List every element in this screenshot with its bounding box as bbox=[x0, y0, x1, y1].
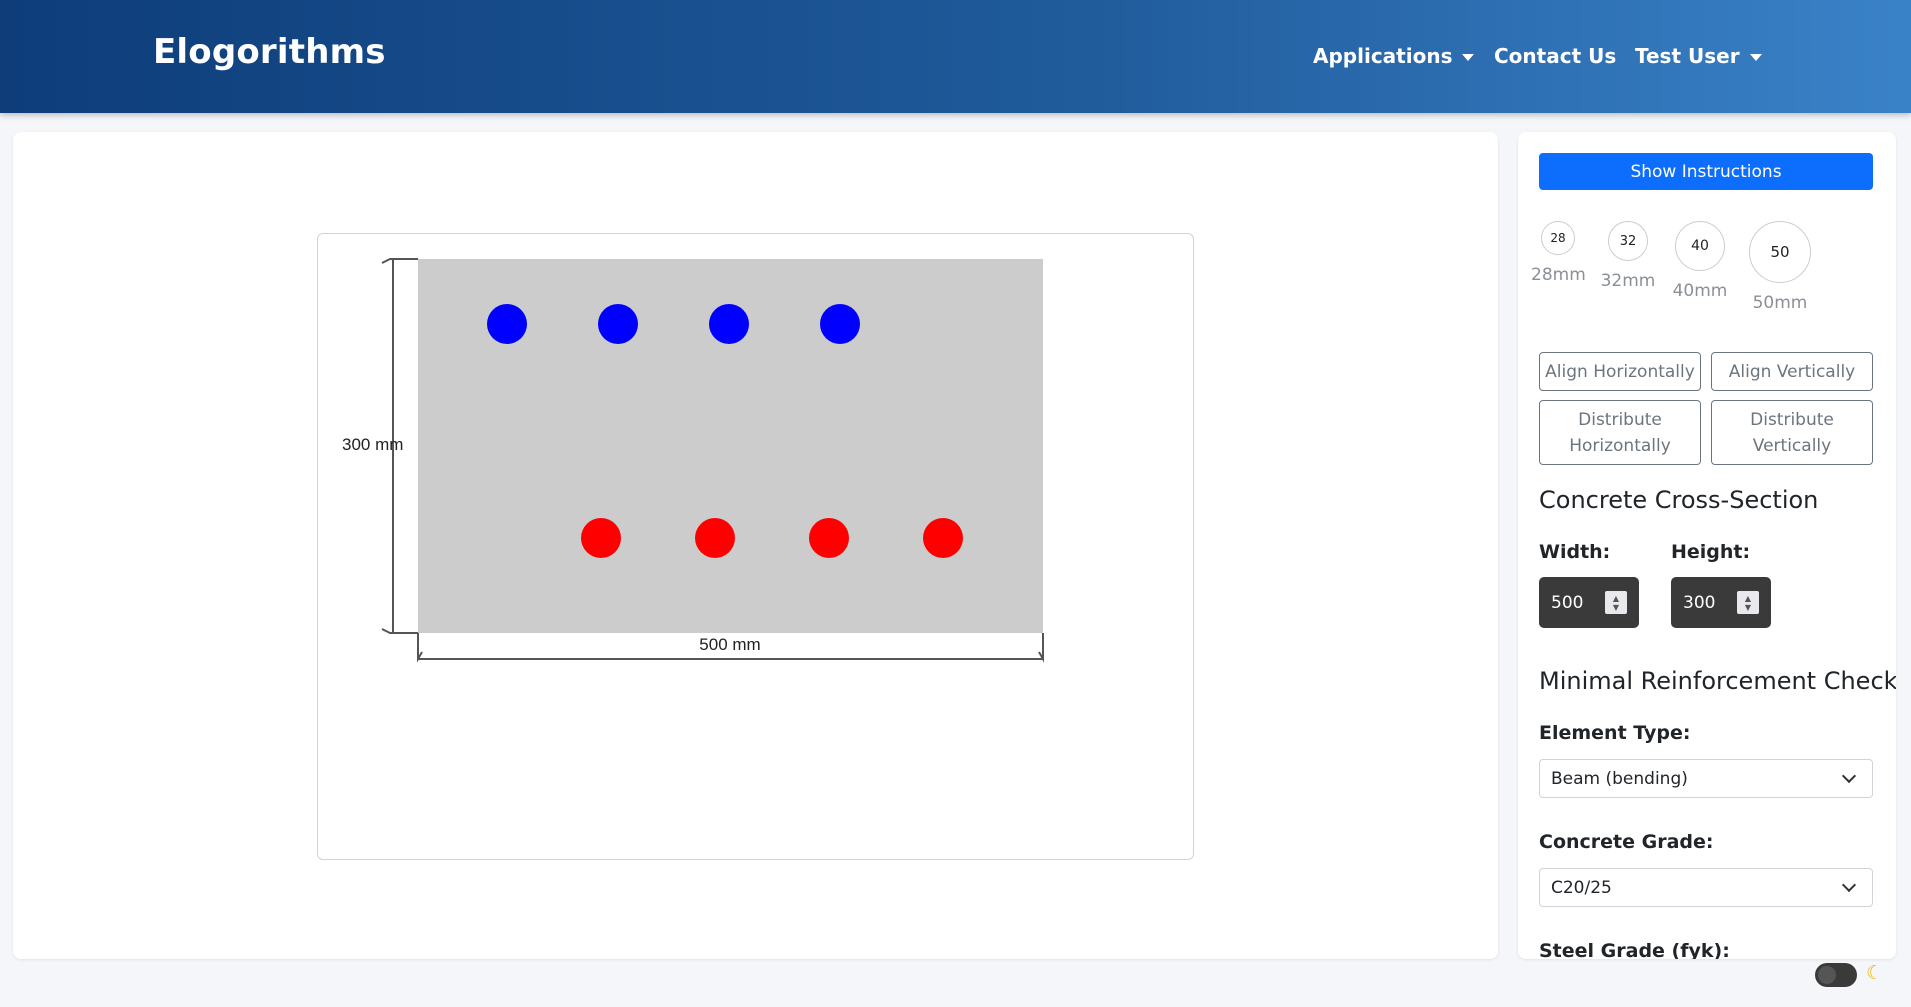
min-reinforcement-title: Minimal Reinforcement Check bbox=[1539, 667, 1896, 695]
height-input-value: 300 bbox=[1683, 592, 1716, 613]
nav-user-label: Test User bbox=[1635, 44, 1740, 68]
bar-size-50[interactable]: 50 50mm bbox=[1748, 221, 1812, 313]
bar-size-28[interactable]: 28 28mm bbox=[1531, 221, 1586, 285]
bar-size-32[interactable]: 32 32mm bbox=[1601, 221, 1655, 291]
top-rebar[interactable] bbox=[598, 304, 638, 344]
top-rebar[interactable] bbox=[487, 304, 527, 344]
bar-size-40[interactable]: 40 40mm bbox=[1673, 221, 1727, 301]
concrete-grade-value: C20/25 bbox=[1551, 877, 1612, 898]
control-sidebar: Show Instructions 28 28mm 32 32mm 40 40m… bbox=[1518, 132, 1896, 959]
bottom-rebar[interactable] bbox=[695, 518, 735, 558]
width-dimension-label: 500 mm bbox=[699, 635, 760, 654]
bar-size-circle: 28 bbox=[1541, 221, 1575, 255]
nav-user-menu[interactable]: Test User bbox=[1635, 44, 1762, 68]
toggle-knob bbox=[1818, 966, 1836, 984]
width-spinner[interactable]: ▲ ▼ bbox=[1605, 591, 1627, 614]
height-input[interactable]: 300 ▲ ▼ bbox=[1671, 577, 1771, 628]
cross-section-title: Concrete Cross-Section bbox=[1539, 486, 1819, 514]
top-rebar[interactable] bbox=[820, 304, 860, 344]
align-vertically-button[interactable]: Align Vertically bbox=[1711, 352, 1873, 391]
bar-size-circle: 32 bbox=[1608, 221, 1648, 261]
chevron-down-icon bbox=[1749, 53, 1762, 61]
width-input-value: 500 bbox=[1551, 592, 1584, 613]
height-label: Height: bbox=[1671, 541, 1751, 563]
distribute-horizontally-button[interactable]: Distribute Horizontally bbox=[1539, 400, 1701, 465]
bottom-rebar[interactable] bbox=[923, 518, 963, 558]
bar-size-label: 28mm bbox=[1531, 265, 1586, 285]
nav-applications-label: Applications bbox=[1313, 44, 1453, 68]
nav-applications[interactable]: Applications bbox=[1313, 44, 1475, 68]
chevron-down-icon bbox=[1841, 877, 1857, 893]
nav-contact-us[interactable]: Contact Us bbox=[1494, 44, 1616, 68]
moon-icon: ☾ bbox=[1866, 962, 1884, 984]
element-type-label: Element Type: bbox=[1539, 722, 1691, 744]
bar-size-circle: 40 bbox=[1675, 221, 1725, 271]
theme-toggle[interactable] bbox=[1815, 963, 1857, 987]
chevron-down-icon bbox=[1462, 53, 1475, 61]
height-spinner[interactable]: ▲ ▼ bbox=[1737, 591, 1759, 614]
navbar: Elogorithms Applications Contact Us Test… bbox=[0, 0, 1911, 113]
element-type-select[interactable]: Beam (bending) bbox=[1539, 759, 1873, 798]
brand-logo[interactable]: Elogorithms bbox=[153, 32, 386, 72]
top-rebar[interactable] bbox=[709, 304, 749, 344]
bar-size-label: 40mm bbox=[1672, 281, 1728, 301]
height-dimension-label: 300 mm bbox=[342, 435, 403, 454]
bar-size-label: 32mm bbox=[1600, 271, 1656, 291]
bottom-rebar[interactable] bbox=[581, 518, 621, 558]
cross-section-canvas[interactable]: 300 mm 500 mm bbox=[317, 233, 1194, 860]
width-input[interactable]: 500 ▲ ▼ bbox=[1539, 577, 1639, 628]
element-type-value: Beam (bending) bbox=[1551, 768, 1688, 789]
show-instructions-button[interactable]: Show Instructions bbox=[1539, 153, 1873, 190]
concrete-grade-label: Concrete Grade: bbox=[1539, 831, 1714, 853]
bottom-rebar[interactable] bbox=[809, 518, 849, 558]
drawing-card: 300 mm 500 mm bbox=[13, 132, 1498, 959]
steel-grade-label: Steel Grade (fyk): bbox=[1539, 940, 1730, 959]
bar-size-label: 50mm bbox=[1752, 293, 1808, 313]
distribute-vertically-button[interactable]: Distribute Vertically bbox=[1711, 400, 1873, 465]
chevron-down-icon bbox=[1841, 768, 1857, 784]
bar-size-circle: 50 bbox=[1749, 221, 1811, 283]
width-label: Width: bbox=[1539, 541, 1611, 563]
align-horizontally-button[interactable]: Align Horizontally bbox=[1539, 352, 1701, 391]
cross-section-drawing: 300 mm 500 mm bbox=[342, 258, 1044, 663]
concrete-grade-select[interactable]: C20/25 bbox=[1539, 868, 1873, 907]
nav-contact-label: Contact Us bbox=[1494, 44, 1617, 68]
